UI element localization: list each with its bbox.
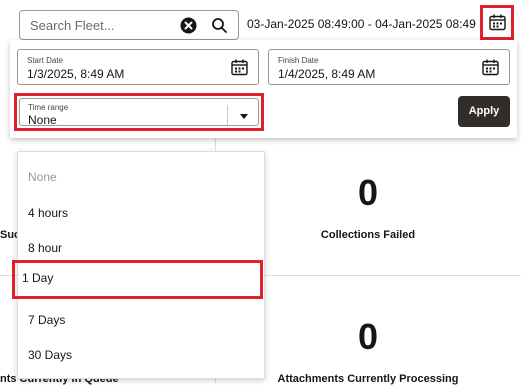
search-icon[interactable] [211, 17, 228, 34]
option-none[interactable]: None [18, 159, 264, 195]
option-label: 30 Days [28, 348, 73, 362]
time-range-value: None [28, 113, 57, 127]
chevron-down-icon[interactable] [240, 114, 248, 119]
option-label: 4 hours [28, 206, 69, 220]
finish-date-label: Finish Date [278, 56, 319, 65]
start-date-field[interactable]: Start Date 1/3/2025, 8:49 AM [17, 49, 259, 85]
time-range-field[interactable]: Time range None [19, 98, 259, 127]
search-input[interactable]: Search Fleet... [19, 10, 239, 40]
apply-button[interactable]: Apply [458, 96, 510, 127]
date-range-text: 03-Jan-2025 08:49:00 - 04-Jan-2025 08:49… [247, 17, 476, 31]
option-label: 1 Day [22, 271, 54, 285]
calendar-button[interactable] [480, 5, 514, 40]
calendar-icon [489, 14, 506, 31]
option-label: None [28, 170, 57, 184]
calendar-icon[interactable] [231, 59, 248, 76]
start-date-label: Start Date [27, 56, 64, 65]
option-30-days[interactable]: 30 Days [18, 337, 264, 373]
option-7-days[interactable]: 7 Days [18, 302, 264, 338]
time-range-label: Time range [28, 103, 69, 112]
option-label: 7 Days [28, 313, 66, 327]
finish-date-value: 1/4/2025, 8:49 AM [278, 67, 376, 81]
clear-icon[interactable] [180, 17, 197, 34]
finish-date-field[interactable]: Finish Date 1/4/2025, 8:49 AM [268, 49, 510, 85]
calendar-icon[interactable] [482, 59, 499, 76]
option-4-hours[interactable]: 4 hours [18, 195, 264, 231]
start-date-value: 1/3/2025, 8:49 AM [27, 67, 125, 81]
option-1-day[interactable]: 1 Day [12, 260, 263, 299]
time-range-select[interactable]: Time range None [14, 93, 264, 131]
select-separator [227, 105, 228, 127]
option-label: 8 hour [28, 241, 63, 255]
search-placeholder: Search Fleet... [30, 18, 115, 33]
